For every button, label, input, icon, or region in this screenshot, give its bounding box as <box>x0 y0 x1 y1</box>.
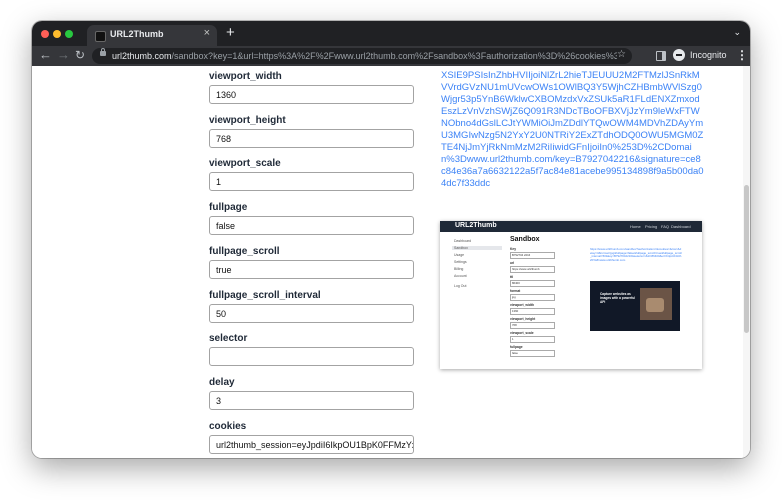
new-tab-button[interactable]: + <box>226 25 235 40</box>
tab-url2thumb[interactable]: URL2Thumb × <box>87 25 217 46</box>
thumb-field-label: Key <box>510 247 517 251</box>
thumb-field-label: fullpage <box>510 345 523 349</box>
thumb-field-label: viewport_width <box>510 303 534 307</box>
field-label-fullpage-scroll-interval: fullpage_scroll_interval <box>209 290 321 301</box>
thumb-sidebar-item: Dashboard <box>454 239 472 243</box>
selector-input[interactable] <box>209 347 414 366</box>
thumb-sidebar-item: Log Out <box>454 284 467 288</box>
thumb-sidebar-item: Sandbox <box>452 246 502 250</box>
incognito-icon[interactable] <box>673 49 685 61</box>
thumb-nav-item: Home <box>630 224 641 229</box>
thumb-shot-heading: Capture websites as images with a powerf… <box>600 292 636 305</box>
field-label-fullpage-scroll: fullpage_scroll <box>209 246 280 257</box>
thumb-field-input: false <box>510 350 555 357</box>
close-tab-icon[interactable]: × <box>204 27 210 39</box>
fullpage-input[interactable]: false <box>209 216 414 235</box>
favicon-icon <box>95 31 106 42</box>
bookmark-star-icon[interactable]: ☆ <box>617 49 626 60</box>
thumb-field-input: 1360 <box>510 308 555 315</box>
thumb-nav-item: Dashboard <box>671 224 691 229</box>
field-label-delay: delay <box>209 377 235 388</box>
tab-title: URL2Thumb <box>110 29 164 39</box>
field-label-viewport-width: viewport_width <box>209 71 282 82</box>
field-label-cookies: cookies <box>209 421 247 432</box>
thumb-nav-item: FAQ <box>661 224 670 229</box>
thumb-navbar: URL2Thumb Home Pricing FAQ Dashboard <box>440 221 702 232</box>
thumb-screenshot-image: Capture websites as images with a powerf… <box>590 281 680 331</box>
field-label-fullpage: fullpage <box>209 202 248 213</box>
side-panel-icon[interactable] <box>656 51 666 61</box>
browser-menu-icon[interactable]: ⋮ <box>736 48 748 62</box>
thumb-field-input: jpg <box>510 294 555 301</box>
forward-button[interactable]: → <box>57 47 70 63</box>
thumb-page-title: Sandbox <box>510 236 540 243</box>
delay-input[interactable]: 3 <box>209 391 414 410</box>
fullpage-scroll-input[interactable]: true <box>209 260 414 279</box>
field-label-viewport-scale: viewport_scale <box>209 158 281 169</box>
fullpage-scroll-interval-input[interactable]: 50 <box>209 304 414 323</box>
minimize-window-button[interactable] <box>53 30 61 38</box>
thumb-shot-photo <box>640 288 672 320</box>
back-button[interactable]: ← <box>39 47 52 63</box>
thumb-field-input: 86400 <box>510 280 555 287</box>
page-content: viewport_width 1360 viewport_height 768 … <box>32 66 750 458</box>
cookies-input[interactable]: url2thumb_session=eyJpdiI6IkpOU1BpK0FFMz… <box>209 435 414 454</box>
thumb-result-link: https://www.url2thumb.com/sandbox?author… <box>590 248 682 262</box>
thumb-field-label: url <box>510 261 515 265</box>
close-window-button[interactable] <box>41 30 49 38</box>
lock-icon <box>100 48 106 56</box>
result-url-link[interactable]: XSIE9PSIsInZhbHVIIjoiNlZrL2hieTJEUUU2M2F… <box>441 70 704 214</box>
thumb-field-label: ttl <box>510 275 514 279</box>
field-label-selector: selector <box>209 333 248 344</box>
field-label-viewport-height: viewport_height <box>209 115 286 126</box>
address-url[interactable]: url2thumb.com/sandbox?key=1&url=https%3A… <box>112 51 617 61</box>
thumb-field-label: viewport_scale <box>510 331 534 335</box>
browser-toolbar: ← → ↻ url2thumb.com/sandbox?key=1&url=ht… <box>32 46 750 66</box>
thumbnail-preview[interactable]: URL2Thumb Home Pricing FAQ Dashboard Das… <box>440 221 702 369</box>
thumb-sidebar: Dashboard Sandbox Usage Settings Billing… <box>440 232 502 369</box>
reload-button[interactable]: ↻ <box>75 47 85 63</box>
thumb-field-label: viewport_height <box>510 317 536 321</box>
thumb-field-label: format <box>510 289 521 293</box>
thumb-field-input: https://www.url2thumb <box>510 266 555 273</box>
thumb-nav-item: Pricing <box>645 224 658 229</box>
thumb-brand: URL2Thumb <box>455 222 497 229</box>
tab-search-icon[interactable]: ⌄ <box>733 27 741 38</box>
thumb-field-input: B792704 2216 <box>510 252 555 259</box>
viewport-height-input[interactable]: 768 <box>209 129 414 148</box>
page-scrollbar[interactable] <box>743 66 750 458</box>
viewport-width-input[interactable]: 1360 <box>209 85 414 104</box>
url-path: /sandbox?key=1&url=https%3A%2F%2Fwww.url… <box>171 51 617 61</box>
scrollbar-thumb[interactable] <box>744 185 749 333</box>
viewport-scale-input[interactable]: 1 <box>209 172 414 191</box>
thumb-sidebar-item: Settings <box>454 260 467 264</box>
address-bar[interactable]: url2thumb.com/sandbox?key=1&url=https%3A… <box>92 48 632 64</box>
thumb-sidebar-item: Billing <box>454 267 464 271</box>
thumb-sidebar-item: Usage <box>454 253 465 257</box>
thumb-field-input: 1 <box>510 336 555 343</box>
tab-bar: URL2Thumb × + ⌄ <box>32 21 750 46</box>
incognito-label[interactable]: Incognito <box>690 50 727 60</box>
thumb-sidebar-item: Account <box>454 274 467 278</box>
url-host: url2thumb.com <box>112 51 172 61</box>
thumb-field-input: 768 <box>510 322 555 329</box>
browser-window: URL2Thumb × + ⌄ ← → ↻ url2thumb.com/sand… <box>32 21 750 458</box>
maximize-window-button[interactable] <box>65 30 73 38</box>
